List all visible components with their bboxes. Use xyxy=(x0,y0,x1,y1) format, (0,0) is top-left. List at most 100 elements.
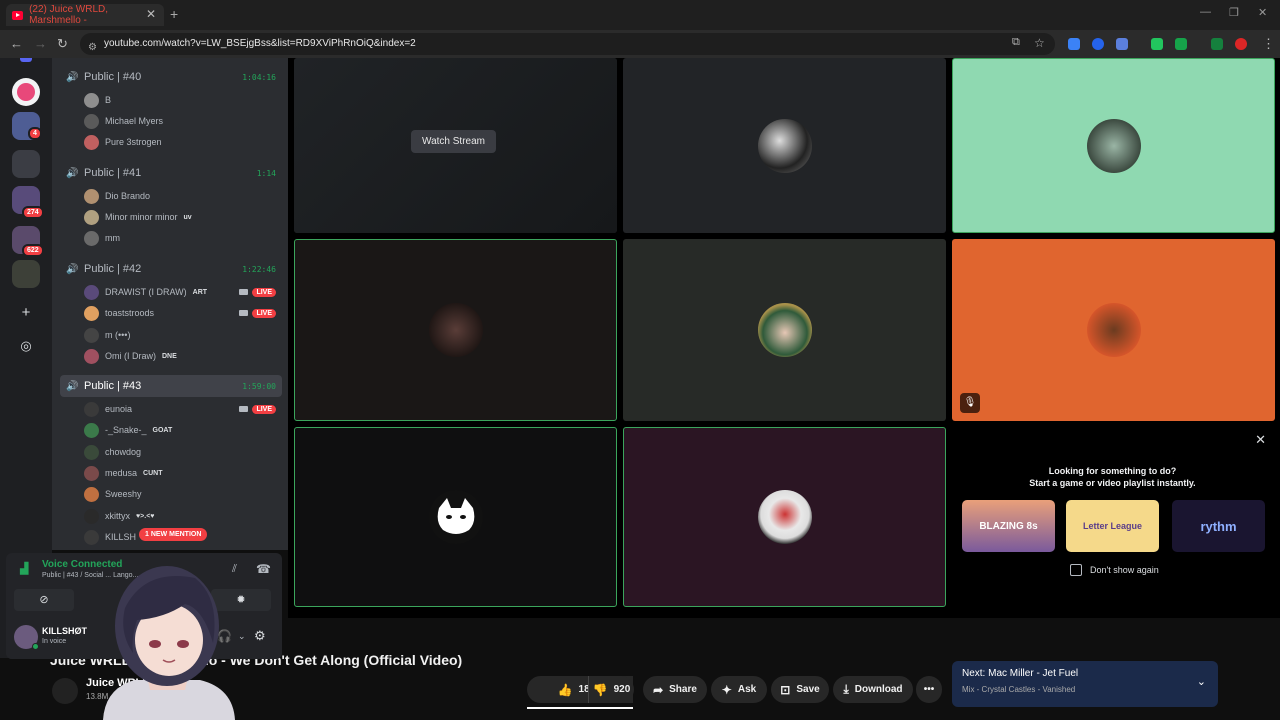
next-subtitle: Mix - Crystal Castles - Vanished xyxy=(962,685,1076,694)
watch-stream-button[interactable]: Watch Stream xyxy=(411,130,496,153)
member-name: Sweeshy xyxy=(105,489,142,499)
reload-icon[interactable]: ↻ xyxy=(57,36,68,52)
ask-button[interactable]: ✦ Ask xyxy=(711,676,767,703)
dont-show-label: Don't show again xyxy=(1090,565,1159,575)
voice-member[interactable]: Minor minor minor uv xyxy=(84,207,284,227)
activity-launcher: ✕ Looking for something to do? Start a g… xyxy=(950,428,1280,608)
back-icon[interactable]: ← xyxy=(10,36,23,51)
profile-avatar[interactable] xyxy=(1235,38,1247,50)
game-card-blazing-8s[interactable]: BLAZING 8s xyxy=(962,500,1055,552)
voice-member[interactable]: Michael Myers xyxy=(84,111,284,131)
download-icon: ⤓ xyxy=(843,682,849,696)
extension-icon[interactable] xyxy=(1116,38,1128,50)
voice-duration: 1:59:00 xyxy=(242,381,276,391)
participant-tile[interactable] xyxy=(623,239,946,421)
activity-title: Looking for something to do? xyxy=(1048,466,1177,476)
signal-icon[interactable]: ▟ xyxy=(20,562,28,575)
participant-tile-speaking[interactable] xyxy=(294,239,617,421)
next-up-card[interactable]: Next: Mac Miller - Jet Fuel Mix - Crysta… xyxy=(952,661,1218,707)
extension-icon[interactable] xyxy=(1092,38,1104,50)
disconnect-icon[interactable]: ☎ xyxy=(256,562,271,576)
url-field[interactable]: ⚙ youtube.com/watch?v=LW_BSEjgBss&list=R… xyxy=(80,33,1055,55)
voice-member[interactable]: m (•••) xyxy=(84,325,284,345)
video-off-button[interactable]: ⊘ xyxy=(14,589,74,611)
voice-channel[interactable]: 🔊 Public | #42 1:22:46 xyxy=(60,258,282,280)
voice-channel[interactable]: 🔊 Public | #41 1:14 xyxy=(60,162,282,184)
voice-member[interactable]: toaststroods LIVE xyxy=(84,303,284,323)
add-server-icon[interactable]: + xyxy=(17,304,35,321)
more-icon: ••• xyxy=(923,684,935,695)
browser-tab[interactable]: (22) Juice WRLD, Marshmello - ✕ xyxy=(6,4,164,26)
chevron-down-icon[interactable]: ⌄ xyxy=(1197,675,1206,688)
server-folder-icon[interactable] xyxy=(12,260,40,288)
voice-member[interactable]: Pure 3strogen xyxy=(84,132,284,152)
download-button[interactable]: ⤓ Download xyxy=(833,676,913,703)
voice-channel-name: Public | #42 xyxy=(84,263,142,275)
dont-show-checkbox[interactable] xyxy=(1070,564,1082,576)
game-card-rythm[interactable]: rythm xyxy=(1172,500,1265,552)
member-tag: GOAT xyxy=(152,426,173,434)
voice-duration: 1:14 xyxy=(256,168,276,178)
voice-member[interactable]: mm xyxy=(84,228,284,248)
voice-duration: 1:04:16 xyxy=(242,72,276,82)
username[interactable]: KILLSHØT xyxy=(42,626,87,636)
participant-tile-speaking[interactable] xyxy=(294,427,617,607)
channel-avatar[interactable] xyxy=(52,678,78,704)
new-tab-button[interactable]: + xyxy=(170,6,178,22)
voice-channel[interactable]: 🔊 Public | #43 1:59:00 xyxy=(60,375,282,397)
extension-icon[interactable] xyxy=(1151,38,1163,50)
voice-member[interactable]: xkittyx ♥>.<♥ xyxy=(84,506,284,526)
voice-channel[interactable]: 🔊 Public | #40 1:04:16 xyxy=(60,66,282,88)
server-folder-icon[interactable] xyxy=(12,150,40,178)
participant-tile[interactable] xyxy=(623,58,946,233)
site-info-icon[interactable]: ⚙ xyxy=(88,37,97,59)
save-button[interactable]: ⊡ Save xyxy=(771,676,829,703)
close-window-icon[interactable]: ✕ xyxy=(1258,6,1267,19)
voice-member[interactable]: Dio Brando xyxy=(84,186,284,206)
forward-icon[interactable]: → xyxy=(34,36,47,51)
dislike-button[interactable]: 👎 920 xyxy=(588,676,634,703)
voice-channel-name: Public | #40 xyxy=(84,71,142,83)
bookmark-star-icon[interactable]: ☆ xyxy=(1034,36,1045,50)
stream-tile[interactable]: Watch Stream xyxy=(294,58,617,233)
participant-tile-speaking[interactable] xyxy=(623,427,946,607)
participant-tile[interactable]: 🎙 xyxy=(952,239,1275,421)
voice-member[interactable]: medusa CUNT xyxy=(84,463,284,483)
more-actions-button[interactable]: ••• xyxy=(916,676,942,703)
extension-icon[interactable] xyxy=(1068,38,1080,50)
voice-member[interactable]: DRAWIST (I DRAW) ART LIVE xyxy=(84,282,284,302)
extension-icon[interactable] xyxy=(1175,38,1187,50)
new-mention-pill[interactable]: 1 NEW MENTION xyxy=(139,528,208,541)
avatar xyxy=(84,209,99,225)
share-button[interactable]: ➦ Share xyxy=(643,676,707,703)
voice-member[interactable]: -_Snake-_ GOAT xyxy=(84,420,284,440)
extension-icon[interactable] xyxy=(1211,38,1223,50)
address-bar-row: ← → ↻ ⚙ youtube.com/watch?v=LW_BSEjgBss&… xyxy=(0,30,1280,58)
restore-icon[interactable]: ❐ xyxy=(1229,6,1239,19)
channel-list: 🔊 Public | #40 1:04:16 B Michael Myers Pure 3… xyxy=(52,58,288,550)
close-tab-icon[interactable]: ✕ xyxy=(146,7,156,21)
voice-member[interactable]: eunoia LIVE xyxy=(84,399,284,419)
discover-compass-icon[interactable]: ◎ xyxy=(17,338,35,354)
game-card-letter-league[interactable]: Letter League xyxy=(1066,500,1159,552)
participant-tile-speaking[interactable] xyxy=(952,58,1275,233)
bookmark-icon: ⊡ xyxy=(780,682,791,697)
cast-icon[interactable]: ⧉ xyxy=(1012,36,1020,49)
voice-member[interactable]: Sweeshy xyxy=(84,484,284,504)
youtube-icon xyxy=(12,10,24,20)
avatar xyxy=(84,230,99,246)
settings-gear-icon[interactable]: ⚙ xyxy=(254,628,266,644)
minimize-icon[interactable]: — xyxy=(1200,6,1211,18)
menu-kebab-icon[interactable]: ⋮ xyxy=(1262,36,1275,52)
member-tag: CUNT xyxy=(143,469,163,477)
thumbs-down-icon: 👎 xyxy=(592,682,608,697)
server-icon[interactable] xyxy=(12,78,40,106)
avatar xyxy=(84,444,99,460)
camera-off-icon: ⊘ xyxy=(39,594,49,606)
close-icon[interactable]: ✕ xyxy=(1255,432,1266,448)
voice-duration: 1:22:46 xyxy=(242,264,276,274)
voice-member[interactable]: Omi (I Draw) DNE xyxy=(84,346,284,366)
user-status: In voice xyxy=(42,638,67,645)
voice-member[interactable]: B xyxy=(84,90,284,110)
voice-member[interactable]: chowdog xyxy=(84,442,284,462)
